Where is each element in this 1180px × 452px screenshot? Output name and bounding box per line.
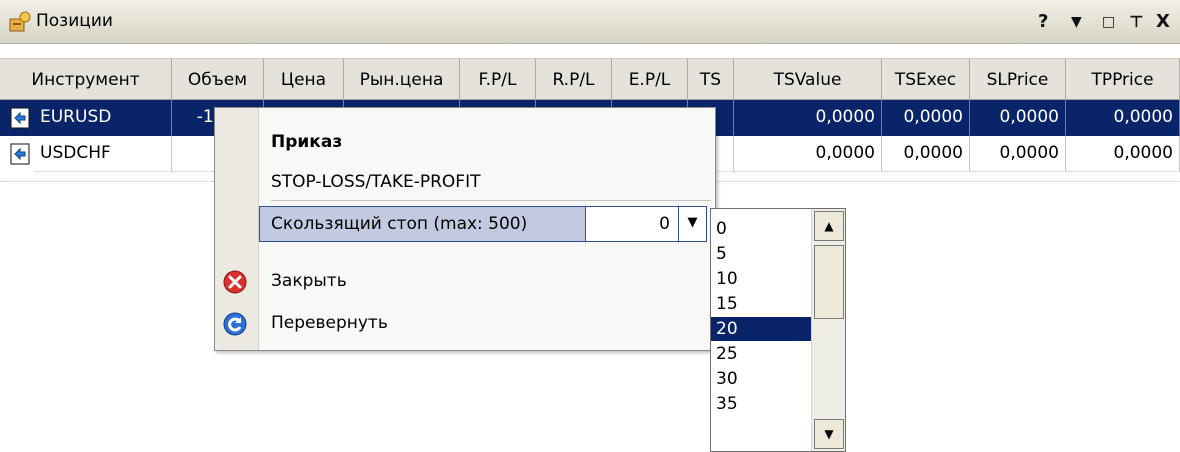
combobox-dropdown-button[interactable]: ▼ [678,207,706,241]
grid-header: Инструмент Объем Цена Рын.цена F.P/L R.P… [0,58,1180,100]
col-tsexec[interactable]: TSExec [882,58,970,100]
menu-item-reverse[interactable]: Перевернуть [271,313,388,333]
col-slprice[interactable]: SLPrice [970,58,1066,100]
cell-tsexec: 0,0000 [882,136,970,172]
cell-tpprice: 0,0000 [1066,100,1180,136]
maximize-button[interactable]: □ [1102,10,1115,34]
context-menu: Приказ STOP-LOSS/TAKE-PROFIT Скользящий … [214,107,716,351]
dropdown-option[interactable]: 25 [711,342,811,366]
menu-item-stop-loss-take-profit[interactable]: STOP-LOSS/TAKE-PROFIT [271,172,480,192]
scroll-thumb[interactable] [814,245,844,319]
reverse-position-icon [223,312,247,336]
trailing-stop-label: Скользящий стоп (max: 500) [271,214,528,234]
col-instrument[interactable]: Инструмент [0,58,172,100]
cell-tsexec: 0,0000 [882,100,970,136]
dropdown-option[interactable]: 30 [711,367,811,391]
dropdown-option[interactable]: 0 [711,217,811,241]
close-window-button[interactable]: X [1156,10,1170,34]
window-menu-button[interactable]: ▼ [1071,10,1082,34]
col-rpl[interactable]: R.P/L [536,58,612,100]
dropdown-scrollbar[interactable]: ▲ ▼ [811,209,845,451]
cell-instrument: EURUSD [34,100,172,136]
menu-item-close[interactable]: Закрыть [271,271,347,291]
position-icon [10,143,30,165]
col-fpl[interactable]: F.P/L [460,58,536,100]
col-ts[interactable]: TS [688,58,734,100]
dropdown-option[interactable]: 10 [711,267,811,291]
col-epl[interactable]: E.P/L [612,58,688,100]
trailing-stop-value: 0 [659,214,670,234]
dropdown-option[interactable]: 5 [711,242,811,266]
positions-icon [9,11,31,32]
col-tsvalue[interactable]: TSValue [734,58,882,100]
col-price[interactable]: Цена [264,58,344,100]
cell-slprice: 0,0000 [970,100,1066,136]
dropdown-option[interactable]: 35 [711,392,811,416]
col-volume[interactable]: Объем [172,58,264,100]
window-titlebar: Позиции ? ▼ □ ⊤ X [0,0,1180,44]
trailing-stop-dropdown-list: 0 5 10 15 20 25 30 35 ▲ ▼ [710,208,846,452]
pin-button[interactable]: ⊤ [1129,10,1144,34]
menu-item-trailing-stop[interactable]: Скользящий стоп (max: 500) [259,206,627,242]
position-icon [10,107,30,129]
menu-item-order[interactable]: Приказ [271,132,342,152]
cell-instrument: USDCHF [34,136,172,172]
window-title: Позиции [36,11,113,31]
cell-tpprice: 0,0000 [1066,136,1180,172]
cell-slprice: 0,0000 [970,136,1066,172]
trailing-stop-combobox[interactable]: 0 ▼ [585,206,707,242]
menu-separator [271,200,711,201]
help-button[interactable]: ? [1038,10,1048,34]
cell-tsvalue: 0,0000 [734,136,882,172]
dropdown-option[interactable]: 15 [711,292,811,316]
col-market-price[interactable]: Рын.цена [344,58,460,100]
scroll-up-arrow-icon[interactable]: ▲ [814,211,844,241]
col-tpprice[interactable]: TPPrice [1066,58,1180,100]
close-position-icon [223,270,247,294]
scroll-down-arrow-icon[interactable]: ▼ [814,419,844,449]
dropdown-option-selected[interactable]: 20 [711,317,811,341]
cell-tsvalue: 0,0000 [734,100,882,136]
